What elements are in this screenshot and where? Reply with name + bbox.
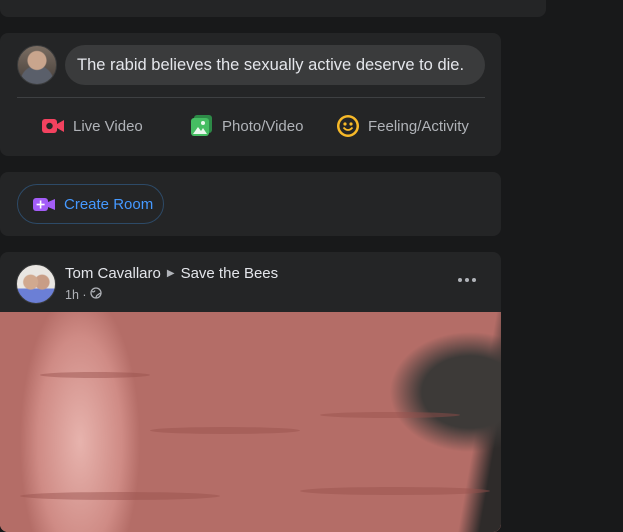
post-composer: The rabid believes the sexually active d… — [0, 33, 501, 156]
feeling-activity-label: Feeling/Activity — [368, 117, 469, 135]
live-video-label: Live Video — [73, 117, 143, 135]
more-options-icon[interactable] — [453, 270, 481, 290]
create-room-icon — [32, 192, 56, 216]
author-name[interactable]: Tom Cavallaro — [65, 265, 161, 282]
live-video-icon — [41, 114, 65, 138]
photo-video-button[interactable]: Photo/Video — [190, 110, 303, 142]
photo-video-icon — [190, 114, 214, 138]
post-header: Tom Cavallaro ▶ Save the Bees — [65, 265, 278, 282]
caret-right-icon: ▶ — [166, 268, 175, 279]
feeling-activity-button[interactable]: Feeling/Activity — [336, 110, 469, 142]
post-photo[interactable] — [0, 312, 501, 532]
feed-post: Tom Cavallaro ▶ Save the Bees 1h · — [0, 252, 501, 532]
composer-divider — [17, 97, 485, 98]
feeling-activity-icon — [336, 114, 360, 138]
create-room-button[interactable]: Create Room — [17, 184, 164, 224]
create-room-label: Create Room — [64, 195, 154, 213]
user-avatar[interactable] — [17, 45, 57, 85]
live-video-button[interactable]: Live Video — [41, 110, 143, 142]
photo-video-label: Photo/Video — [222, 117, 304, 135]
group-name[interactable]: Save the Bees — [181, 265, 279, 282]
post-time[interactable]: 1h — [65, 288, 79, 302]
post-meta: 1h · — [65, 287, 102, 302]
globe-icon — [90, 287, 102, 302]
author-avatar[interactable] — [16, 264, 56, 304]
separator-dot: · — [78, 287, 91, 302]
previous-card — [0, 0, 546, 17]
rooms-card: Create Room — [0, 172, 501, 236]
status-input[interactable]: The rabid believes the sexually active d… — [65, 45, 485, 85]
